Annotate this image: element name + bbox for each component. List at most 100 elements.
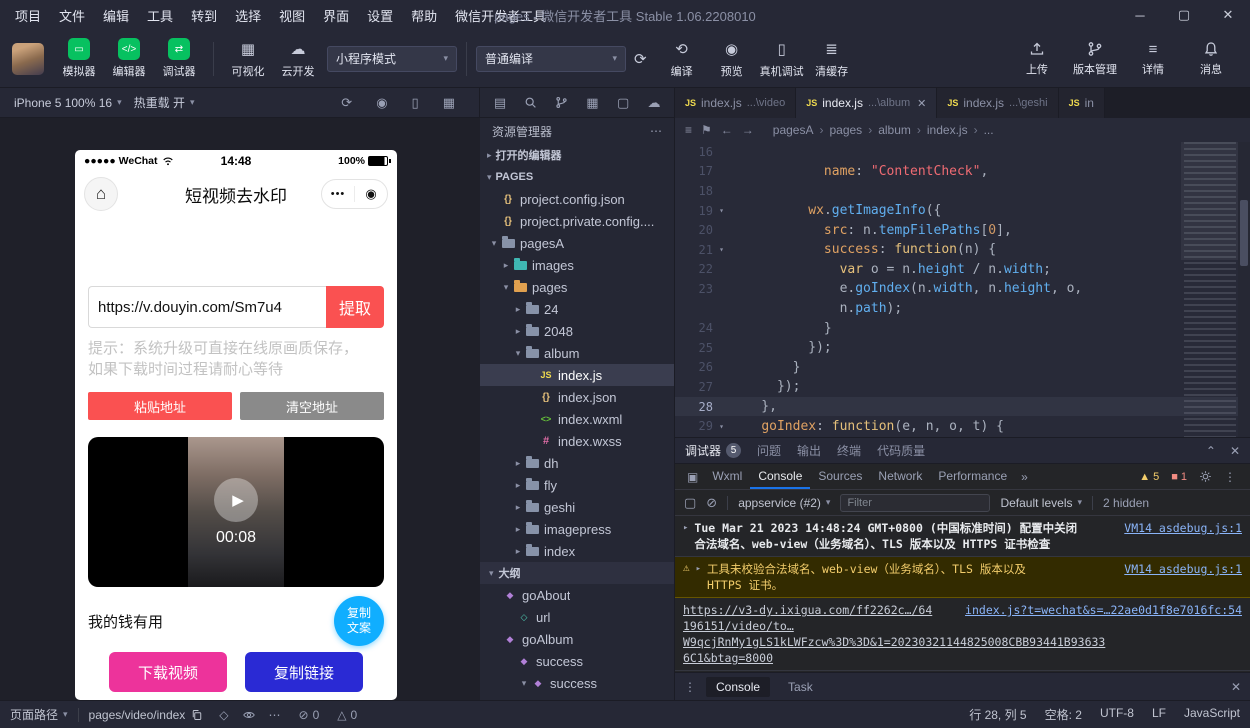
hot-reload-select[interactable]: 热重载 开 ▾ xyxy=(128,94,201,111)
tree-item[interactable]: <> index.wxml xyxy=(480,408,674,430)
editor-scrollbar[interactable] xyxy=(1238,142,1250,437)
outline-item[interactable]: ◆ goAlbum xyxy=(480,628,674,650)
video-player[interactable]: ▶ 00:08 xyxy=(88,437,384,587)
more-vertical-icon[interactable]: ⋮ xyxy=(1224,470,1236,484)
debugger-tab[interactable]: 输出 xyxy=(797,442,821,459)
close-button[interactable]: ✕ xyxy=(1206,0,1250,30)
menu-item[interactable]: 编辑 xyxy=(94,6,138,25)
debugger-tab[interactable]: 终端 xyxy=(837,442,861,459)
minimize-button[interactable]: ─ xyxy=(1118,0,1162,30)
messages-button[interactable]: 消息 xyxy=(1182,41,1240,77)
tree-item[interactable]: {} project.config.json xyxy=(480,188,674,210)
minimap[interactable] xyxy=(1184,142,1236,437)
tree-item[interactable]: # index.wxss xyxy=(480,430,674,452)
devtools-tab[interactable]: Network xyxy=(870,464,930,489)
settings-gear-icon[interactable] xyxy=(1199,470,1212,483)
copy-path-icon[interactable] xyxy=(191,709,203,721)
preview-action[interactable]: ◉ 预览 xyxy=(707,38,757,79)
more-vertical-icon[interactable]: ⋮ xyxy=(684,680,696,694)
play-button[interactable]: ▶ xyxy=(214,478,258,522)
indentation-setting[interactable]: 空格: 2 xyxy=(1045,706,1082,723)
current-page-path[interactable]: pages/video/index xyxy=(89,708,204,722)
debugger-tab[interactable]: 调试器 5 xyxy=(685,442,741,459)
cloud-icon[interactable]: ☁ xyxy=(646,95,662,111)
rotate-icon[interactable]: ⟳ xyxy=(341,95,352,111)
visualization-tool[interactable]: ▦ 可视化 xyxy=(223,38,273,79)
editor-tab[interactable]: JS index.js ...\geshi xyxy=(937,88,1058,118)
drawer-tab[interactable]: Console xyxy=(706,677,770,697)
tree-item[interactable]: ▸ fly xyxy=(480,474,674,496)
compile-select[interactable]: 普通编译 ▾ xyxy=(476,46,626,72)
grid-icon[interactable]: ▦ xyxy=(584,95,600,111)
menu-item[interactable]: 项目 xyxy=(6,6,50,25)
close-minimize-button[interactable]: ◉ xyxy=(355,186,387,202)
device-select[interactable]: iPhone 5 100% 16 ▾ xyxy=(8,96,128,110)
source-control-icon[interactable] xyxy=(554,96,570,109)
outline-item[interactable]: ◇ url xyxy=(480,606,674,628)
debugger-toggle[interactable]: ⇄ 调试器 xyxy=(154,38,204,79)
tree-item[interactable]: ▾ album xyxy=(480,342,674,364)
close-drawer-icon[interactable]: ✕ xyxy=(1231,680,1241,694)
user-avatar[interactable] xyxy=(12,43,44,75)
debugger-tab[interactable]: 代码质量 xyxy=(877,442,925,459)
outline-section[interactable]: ▾ 大纲 xyxy=(480,562,674,584)
more-horizontal-icon[interactable]: ⋯ xyxy=(269,708,281,722)
source-link[interactable]: index.js?t=wechat&s=…22ae0d1f8e7016fc:54 xyxy=(965,602,1242,618)
console-filter-input[interactable]: Filter xyxy=(840,494,990,512)
language-mode[interactable]: JavaScript xyxy=(1184,706,1240,723)
error-count[interactable]: ■1 xyxy=(1171,471,1187,483)
expand-toggle-icon[interactable]: ▸ xyxy=(696,564,701,574)
devtools-tab[interactable]: Wxml xyxy=(704,464,750,489)
source-link[interactable]: VM14 asdebug.js:1 xyxy=(1124,520,1242,536)
extract-button[interactable]: 提取 xyxy=(326,286,384,328)
files-icon[interactable]: ▤ xyxy=(492,95,508,111)
minimap-viewport[interactable] xyxy=(1181,142,1239,260)
version-manage-button[interactable]: 版本管理 xyxy=(1066,41,1124,77)
breadcrumb-item[interactable]: index.js xyxy=(927,123,968,137)
tree-item[interactable]: JS index.js xyxy=(480,364,674,386)
editor-toggle[interactable]: </> 编辑器 xyxy=(104,38,154,79)
warning-count[interactable]: ▲5 xyxy=(1139,471,1159,483)
tree-item[interactable]: {} index.json xyxy=(480,386,674,408)
error-counter[interactable]: ⊘ 0 xyxy=(299,708,320,722)
menu-item[interactable]: 转到 xyxy=(182,6,226,25)
tree-item[interactable]: ▾ pages xyxy=(480,276,674,298)
tree-item[interactable]: ▸ geshi xyxy=(480,496,674,518)
pages-section[interactable]: ▾ PAGES xyxy=(480,166,674,188)
drawer-tab[interactable]: Task xyxy=(778,677,823,697)
close-tab-icon[interactable]: ✕ xyxy=(917,97,926,110)
outline-item[interactable]: ◆ success xyxy=(480,650,674,672)
more-menu-button[interactable]: ••• xyxy=(322,188,354,200)
editor-tab[interactable]: JS in xyxy=(1059,88,1105,118)
grid-icon[interactable]: ▦ xyxy=(443,95,455,111)
breadcrumb-item[interactable]: ... xyxy=(984,123,994,137)
mode-select[interactable]: 小程序模式 ▾ xyxy=(327,46,457,72)
details-button[interactable]: ≡ 详情 xyxy=(1124,41,1182,77)
search-icon[interactable] xyxy=(523,96,539,109)
menu-item[interactable]: 文件 xyxy=(50,6,94,25)
more-actions-icon[interactable]: ⋯ xyxy=(650,124,662,138)
code-editor[interactable]: 16 17 name: "ContentCheck", 18 19 ▾ wx.g… xyxy=(675,142,1250,437)
maximize-button[interactable]: ▢ xyxy=(1162,0,1206,30)
tree-item[interactable]: ▸ 24 xyxy=(480,298,674,320)
open-editors-section[interactable]: ▸ 打开的编辑器 xyxy=(480,144,674,166)
breadcrumb-item[interactable]: pagesA xyxy=(773,123,814,137)
tree-item[interactable]: ▸ index xyxy=(480,540,674,562)
close-panel-icon[interactable]: ✕ xyxy=(1230,444,1240,458)
menu-item[interactable]: 设置 xyxy=(358,6,402,25)
debugger-tab[interactable]: 问题 xyxy=(757,442,781,459)
video-url-input[interactable]: https://v.douyin.com/Sm7u4 xyxy=(88,286,326,328)
devtools-tab[interactable]: Sources xyxy=(810,464,870,489)
copy-link-button[interactable]: 复制链接 xyxy=(245,652,363,692)
simulator-toggle[interactable]: ▭ 模拟器 xyxy=(54,38,104,79)
download-video-button[interactable]: 下载视频 xyxy=(109,652,227,692)
fold-icon[interactable]: ▾ xyxy=(713,245,730,254)
home-button[interactable]: ⌂ xyxy=(84,177,118,211)
context-select[interactable]: appservice (#2) ▾ xyxy=(738,496,830,510)
window-icon[interactable]: ▢ xyxy=(615,95,631,111)
inspect-icon[interactable]: ◇ xyxy=(219,708,228,722)
log-levels-select[interactable]: Default levels ▾ xyxy=(1000,496,1082,510)
eye-icon[interactable] xyxy=(242,709,256,721)
record-icon[interactable]: ◉ xyxy=(376,95,387,111)
expand-toggle-icon[interactable]: ▸ xyxy=(683,523,688,533)
